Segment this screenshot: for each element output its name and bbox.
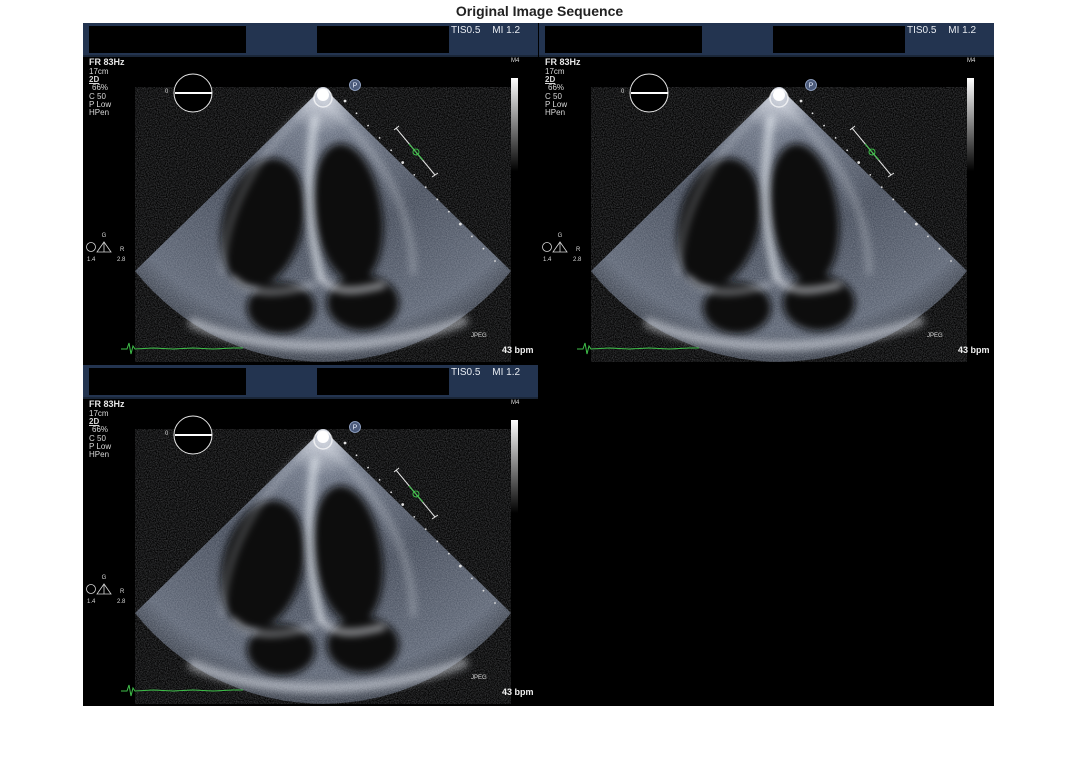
- mi-value: MI 1.2: [492, 25, 521, 36]
- param-line: HPen: [545, 108, 566, 118]
- format-label: JPEG: [927, 333, 943, 339]
- redacted-info-block: [317, 26, 449, 53]
- svg-text:P: P: [809, 83, 814, 90]
- thermal-mechanical-index: TIS0.5 MI 1.2: [907, 25, 976, 36]
- orientation-zero-label: 0: [165, 431, 169, 437]
- svg-text:2.8: 2.8: [573, 257, 582, 263]
- svg-text:G: G: [102, 575, 107, 581]
- mi-value: MI 1.2: [492, 367, 521, 378]
- acquisition-params: 17cm 2D 66% C 50 P Low HPen: [89, 67, 111, 118]
- tis-value: TIS0.5: [907, 25, 937, 36]
- echocardiogram-scan: P G R 1.4 2.8: [86, 73, 518, 362]
- svg-text:R: R: [120, 589, 125, 595]
- frame-rate-label: FR 83Hz: [545, 57, 581, 67]
- svg-text:P: P: [353, 425, 358, 432]
- empty-montage-cell: [539, 365, 994, 706]
- svg-text:2.8: 2.8: [117, 257, 126, 263]
- svg-text:1.4: 1.4: [543, 257, 552, 263]
- redacted-info-block: [773, 26, 905, 53]
- frame-rate-label: FR 83Hz: [89, 57, 125, 67]
- thermal-mechanical-index: TIS0.5 MI 1.2: [451, 367, 520, 378]
- redacted-info-block: [317, 368, 449, 395]
- echocardiogram-scan: P G R 1.4 2.8: [542, 73, 974, 362]
- svg-text:1.4: 1.4: [87, 599, 96, 605]
- redacted-patient-block: [89, 368, 246, 395]
- echo-frame-3: P G R 1.4 2.8 TIS0.5 MI 1.2 FR 83Hz 17cm…: [83, 365, 538, 706]
- figure-title: Original Image Sequence: [455, 3, 624, 19]
- orientation-zero-label: 0: [165, 89, 169, 95]
- svg-text:R: R: [576, 247, 581, 253]
- svg-text:R: R: [120, 247, 125, 253]
- m4-marker: M4: [967, 58, 976, 64]
- heart-rate-label: 43 bpm: [958, 345, 990, 355]
- param-line: HPen: [89, 450, 110, 460]
- svg-text:G: G: [102, 233, 107, 239]
- acquisition-params: 17cm 2D 66% C 50 P Low HPen: [545, 67, 567, 118]
- echocardiogram-scan: P G R 1.4 2.8: [86, 415, 518, 704]
- tis-value: TIS0.5: [451, 25, 481, 36]
- svg-text:1.4: 1.4: [87, 257, 96, 263]
- mi-value: MI 1.2: [948, 25, 977, 36]
- format-label: JPEG: [471, 675, 487, 681]
- svg-text:2.8: 2.8: [117, 599, 126, 605]
- echo-frame-1: P G R 1.4 2.8 TIS0.5 MI 1.2 FR 83Hz 17cm…: [83, 23, 538, 364]
- redacted-patient-block: [545, 26, 702, 53]
- svg-text:G: G: [558, 233, 563, 239]
- acquisition-params: 17cm 2D 66% C 50 P Low HPen: [89, 409, 111, 460]
- m4-marker: M4: [511, 400, 520, 406]
- tis-value: TIS0.5: [451, 367, 481, 378]
- format-label: JPEG: [471, 333, 487, 339]
- param-line: HPen: [89, 108, 110, 118]
- heart-rate-label: 43 bpm: [502, 345, 534, 355]
- orientation-zero-label: 0: [621, 89, 625, 95]
- frame-header: TIS0.5 MI 1.2: [83, 23, 538, 57]
- frame-header: TIS0.5 MI 1.2: [83, 365, 538, 399]
- m4-marker: M4: [511, 58, 520, 64]
- redacted-patient-block: [89, 26, 246, 53]
- frame-rate-label: FR 83Hz: [89, 399, 125, 409]
- echo-frame-2: P G R 1.4 2.8 TIS0.5 MI 1.2 FR 83Hz 17cm…: [539, 23, 994, 364]
- thermal-mechanical-index: TIS0.5 MI 1.2: [451, 25, 520, 36]
- svg-text:P: P: [353, 83, 358, 90]
- heart-rate-label: 43 bpm: [502, 687, 534, 697]
- image-montage: P G R 1.4 2.8 TIS0.5 MI 1.2 FR 83Hz 17cm…: [83, 23, 994, 706]
- frame-header: TIS0.5 MI 1.2: [539, 23, 994, 57]
